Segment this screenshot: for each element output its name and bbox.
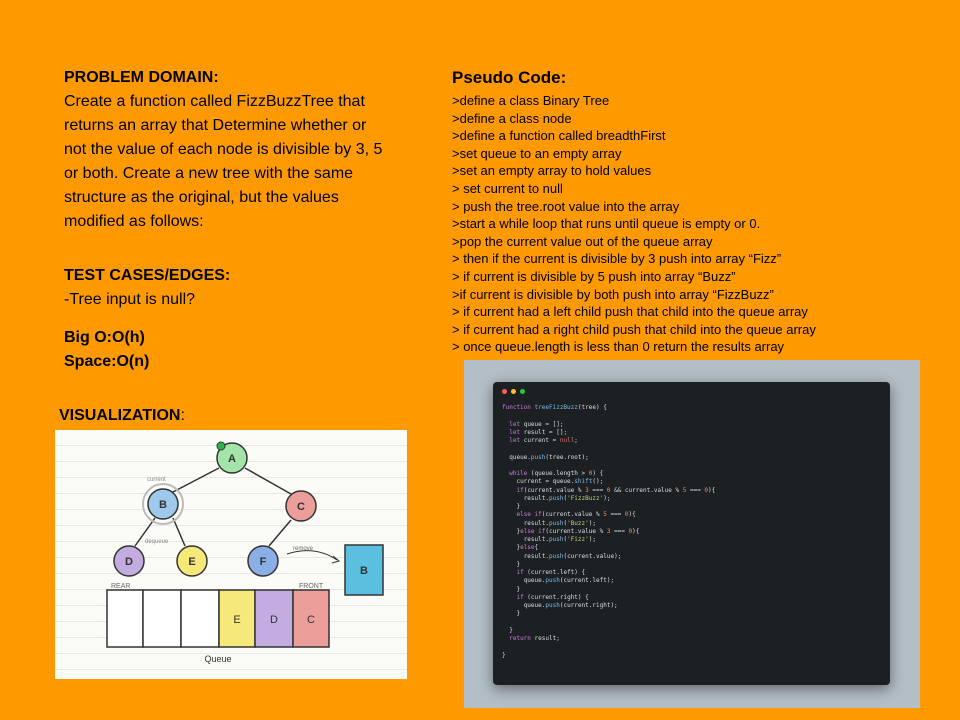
minimize-dot-icon — [511, 389, 516, 394]
pseudo-line: > if current is divisible by 5 push into… — [452, 268, 736, 284]
space-complexity: Space:O(n) — [64, 353, 150, 370]
queue-cell-d-label: D — [270, 614, 278, 626]
code-line: }else if(current.value % 3 === 0){ — [502, 527, 640, 535]
pseudo-line: >pop the current value out of the queue … — [452, 233, 713, 249]
code-line: return result; — [509, 635, 560, 642]
pseudo-line: > set current to null — [452, 180, 563, 196]
pseudo-code-section: Pseudo Code: >define a class Binary Tree… — [452, 66, 952, 356]
code-line: } — [502, 626, 513, 634]
problem-domain-section: PROBLEM DOMAIN: Create a function called… — [64, 66, 449, 234]
dequeue-arrow — [286, 550, 338, 561]
code-line: let queue = []; — [509, 420, 564, 428]
problem-domain-line: Create a function called FizzBuzzTree th… — [64, 93, 365, 110]
dequeued-box-label: B — [360, 565, 368, 577]
current-label: current — [147, 477, 166, 483]
problem-domain-heading: PROBLEM DOMAIN: — [64, 69, 219, 86]
code-line: queue.push(current.right); — [523, 602, 618, 609]
visualization-heading: VISUALIZATION — [59, 407, 181, 424]
visualization-title: VISUALIZATION: — [59, 405, 185, 427]
code-line: else if(current.value % 5 === 0){ — [516, 511, 636, 519]
code-line: queue.push(current.left); — [523, 577, 615, 585]
code-line: result.push('Fizz'); — [523, 536, 596, 543]
node-a-label: A — [228, 453, 236, 465]
front-label: FRONT — [299, 583, 324, 590]
problem-domain-line: not the value of each node is divisible … — [64, 141, 383, 158]
code-line: current = queue.shift(); — [516, 478, 604, 486]
queue: E D C — [106, 589, 330, 648]
code-line: } — [502, 503, 521, 510]
pseudo-line: >set queue to an empty array — [452, 145, 622, 161]
remove-label: remove — [293, 546, 314, 552]
code-line: if(current.value % 3 === 0 && current.va… — [516, 486, 716, 494]
pseudo-line: > if current had a left child push that … — [452, 304, 808, 320]
rear-label: REAR — [111, 583, 130, 590]
code-window: function treeFizzBuzz(tree) { let queue … — [493, 382, 890, 685]
root-marker — [216, 441, 226, 451]
problem-domain-line: modified as follows: — [64, 213, 204, 230]
pseudo-line: > once queue.length is less than 0 retur… — [452, 339, 785, 355]
node-e-label: E — [188, 556, 195, 568]
queue-label: Queue — [204, 654, 231, 664]
code-line: result.push('Buzz'); — [523, 519, 596, 527]
queue-cell-empty — [180, 589, 220, 648]
visualization-diagram: remove current dequeue A B C D E F B REA… — [55, 430, 407, 679]
code-line: } — [502, 610, 521, 618]
code-block: function treeFizzBuzz(tree) { let queue … — [502, 404, 715, 660]
node-f-label: F — [260, 556, 267, 568]
visualization-colon: : — [180, 407, 185, 424]
test-case-text: -Tree input is null? — [64, 291, 196, 308]
test-cases-section: TEST CASES/EDGES: -Tree input is null? — [64, 264, 444, 312]
pseudo-line: > push the tree.root value into the arra… — [452, 198, 680, 214]
code-line: function treeFizzBuzz(tree) { — [502, 404, 607, 411]
time-complexity: Big O:O(h) — [64, 329, 145, 346]
node-b-label: B — [159, 499, 167, 511]
code-line: result.push('FizzBuzz'); — [523, 494, 611, 502]
edge-a-c — [244, 467, 292, 495]
code-line: let result = []; — [509, 428, 568, 436]
queue-cell-empty — [106, 589, 144, 648]
test-cases-heading: TEST CASES/EDGES: — [64, 267, 231, 284]
pseudo-line: >define a class Binary Tree — [452, 93, 610, 108]
dequeue-label: dequeue — [145, 539, 169, 545]
pseudo-line: >define a function called breadthFirst — [452, 128, 666, 144]
pseudo-line: > if current had a right child push that… — [452, 321, 816, 337]
queue-cell-c-label: C — [307, 614, 315, 626]
problem-domain-line: returns an array that Determine whether … — [64, 117, 367, 134]
code-line: if (current.right) { — [516, 593, 589, 601]
pseudo-line: >set an empty array to hold values — [452, 163, 652, 179]
pseudo-line: > then if the current is divisible by 3 … — [452, 251, 782, 267]
problem-domain-line: structure as the original, but the value… — [64, 189, 339, 206]
node-c-label: C — [297, 501, 305, 513]
tree-queue-diagram: remove current dequeue A B C D E F B REA… — [106, 441, 384, 664]
edge-c-f — [268, 519, 292, 547]
code-line: } — [502, 651, 506, 659]
code-line: } — [502, 560, 521, 568]
complexity-section: Big O:O(h) Space:O(n) — [64, 326, 444, 374]
pseudo-code-heading: Pseudo Code: — [452, 68, 567, 87]
queue-cell-e-label: E — [233, 614, 240, 626]
pseudo-line: >if current is divisible by both push in… — [452, 286, 774, 302]
code-line: queue.push(tree.root); — [509, 453, 589, 461]
close-dot-icon — [502, 389, 507, 394]
code-line: if (current.left) { — [516, 569, 586, 576]
code-line: while (queue.length > 0) { — [509, 470, 604, 477]
code-line: result.push(current.value); — [523, 552, 622, 560]
code-line: let current = null; — [509, 437, 578, 444]
pseudo-line: >start a while loop that runs until queu… — [452, 216, 761, 232]
queue-cell-empty — [142, 589, 182, 648]
edge-b-e — [172, 517, 186, 547]
pseudo-line: >define a class node — [452, 110, 572, 126]
edge-a-b — [172, 467, 220, 493]
problem-domain-line: or both. Create a new tree with the same — [64, 165, 354, 182]
code-line: } — [502, 585, 521, 593]
node-d-label: D — [125, 556, 133, 568]
maximize-dot-icon — [520, 389, 525, 394]
code-line: }else{ — [502, 544, 539, 552]
